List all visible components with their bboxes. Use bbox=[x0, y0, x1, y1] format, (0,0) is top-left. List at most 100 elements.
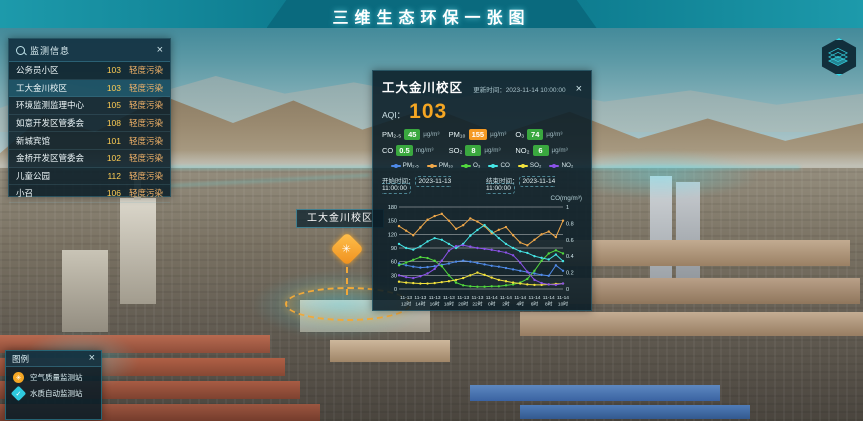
app-root: 工大金川校区 ✳ 三维生态环保一张图 监测信息 × 公务员小区 103 轻度污染… bbox=[0, 0, 863, 421]
pollutant-reading: SO₂ 8 µg/m³ bbox=[449, 145, 516, 156]
station-aqi-level: 轻度污染 bbox=[121, 170, 163, 182]
start-time-field[interactable]: 开始时间：2023-11-13 11:00:00 bbox=[382, 175, 478, 192]
station-list-panel: 监测信息 × 公务员小区 103 轻度污染 工大金川校区 103 轻度污染 环境… bbox=[8, 38, 171, 197]
svg-text:11-1322时: 11-1322时 bbox=[471, 295, 483, 308]
svg-text:120: 120 bbox=[388, 232, 397, 238]
pollutant-value-badge: 74 bbox=[527, 129, 543, 140]
svg-text:180: 180 bbox=[388, 205, 397, 211]
legend-title: 图例 bbox=[12, 353, 89, 365]
station-name: 新城宾馆 bbox=[16, 135, 97, 147]
station-aqi-level: 轻度污染 bbox=[121, 117, 163, 129]
pollutant-name: O₃ bbox=[515, 130, 524, 139]
station-list-item[interactable]: 公务员小区 103 轻度污染 bbox=[9, 62, 170, 80]
popup-title: 工大金川校区 bbox=[382, 77, 463, 96]
page-title: 三维生态环保一张图 bbox=[0, 4, 863, 28]
station-aqi-value: 108 bbox=[97, 118, 121, 128]
series-name: PM₂.₅ bbox=[403, 162, 419, 169]
svg-text:11-144时: 11-144时 bbox=[514, 295, 526, 308]
svg-text:11-1316时: 11-1316时 bbox=[429, 295, 441, 308]
pollutant-value-badge: 8 bbox=[465, 145, 481, 156]
chart-legend-item[interactable]: NO₂ bbox=[549, 162, 573, 169]
building-row bbox=[520, 312, 863, 336]
pollutant-name: SO₂ bbox=[449, 146, 463, 155]
svg-text:150: 150 bbox=[388, 219, 397, 225]
search-icon[interactable] bbox=[16, 46, 25, 55]
chart-legend-item[interactable]: SO₂ bbox=[518, 162, 542, 169]
svg-text:11-1314时: 11-1314时 bbox=[414, 295, 426, 308]
series-color-marker bbox=[549, 165, 559, 167]
station-name: 小召 bbox=[16, 187, 97, 199]
station-aqi-value: 112 bbox=[97, 171, 121, 181]
chart-legend-item[interactable]: PM₂.₅ bbox=[391, 162, 419, 169]
chart-legend-item[interactable]: CO bbox=[488, 162, 509, 169]
series-name: CO bbox=[500, 162, 509, 169]
station-marker-icon[interactable]: ✳ bbox=[330, 232, 364, 266]
pollutant-unit: µg/m³ bbox=[490, 131, 506, 138]
aqi-value: 103 bbox=[409, 100, 447, 124]
svg-text:0.2: 0.2 bbox=[566, 271, 574, 277]
right-axis-unit: CO(mg/m³) bbox=[382, 195, 582, 202]
pollutant-reading: PM₂.₅ 45 µg/m³ bbox=[382, 129, 449, 140]
station-list-item[interactable]: 工大金川校区 103 轻度污染 bbox=[9, 80, 170, 98]
station-aqi-value: 103 bbox=[97, 65, 121, 75]
svg-text:11-146时: 11-146时 bbox=[529, 295, 541, 308]
station-list-item[interactable]: 环境监测监理中心 105 轻度污染 bbox=[9, 97, 170, 115]
building bbox=[120, 198, 156, 304]
pollutant-unit: µg/m³ bbox=[423, 131, 439, 138]
pollutant-grid: PM₂.₅ 45 µg/m³ PM₁₀ 155 µg/m³ O₃ 74 µg/m… bbox=[382, 129, 582, 156]
station-aqi-value: 102 bbox=[97, 153, 121, 163]
station-aqi-value: 106 bbox=[97, 188, 121, 198]
svg-text:0.4: 0.4 bbox=[566, 254, 574, 260]
station-aqi-level: 轻度污染 bbox=[121, 99, 163, 111]
pollutant-reading: PM₁₀ 155 µg/m³ bbox=[449, 129, 516, 140]
station-list-item[interactable]: 小召 106 轻度污染 bbox=[9, 185, 170, 203]
station-list-item[interactable]: 儿童公园 112 轻度污染 bbox=[9, 168, 170, 186]
station-detail-popup: 工大金川校区 更新时间：2023-11-14 10:00:00 × AQI： 1… bbox=[372, 70, 592, 311]
station-name: 工大金川校区 bbox=[16, 82, 97, 94]
pollutant-unit: mg/m³ bbox=[416, 147, 434, 154]
water-quality-station-icon: ✓ bbox=[11, 386, 27, 402]
close-icon[interactable]: × bbox=[157, 45, 163, 56]
legend-label: 空气质量监测站 bbox=[30, 372, 83, 383]
end-time-field[interactable]: 结束时间：2023-11-14 11:00:00 bbox=[486, 175, 582, 192]
pollutant-value-badge: 155 bbox=[469, 129, 488, 140]
svg-text:60: 60 bbox=[391, 260, 397, 266]
series-name: NO₂ bbox=[561, 162, 573, 169]
close-icon[interactable]: × bbox=[89, 353, 95, 364]
close-icon[interactable]: × bbox=[576, 84, 582, 95]
station-aqi-level: 轻度污染 bbox=[121, 82, 163, 94]
series-color-marker bbox=[391, 165, 401, 167]
update-time: 更新时间：2023-11-14 10:00:00 bbox=[469, 84, 566, 94]
svg-text:11-1410时: 11-1410时 bbox=[557, 295, 569, 308]
svg-text:11-1320时: 11-1320时 bbox=[457, 295, 469, 308]
station-aqi-value: 103 bbox=[97, 83, 121, 93]
svg-text:30: 30 bbox=[391, 273, 397, 279]
marker-label: 工大金川校区 bbox=[296, 209, 384, 228]
top-header: 三维生态环保一张图 bbox=[0, 0, 863, 28]
chart-legend-item[interactable]: PM₁₀ bbox=[427, 162, 453, 169]
pollutant-value-badge: 45 bbox=[404, 129, 420, 140]
legend-items: ✳ 空气质量监测站 ✓ 水质自动监测站 bbox=[6, 367, 101, 399]
building bbox=[62, 250, 108, 332]
svg-text:11-1312时: 11-1312时 bbox=[400, 295, 412, 308]
warehouse-row bbox=[470, 385, 720, 401]
station-aqi-level: 轻度污染 bbox=[121, 187, 163, 199]
legend-item: ✓ 水质自动监测站 bbox=[6, 383, 101, 399]
series-color-marker bbox=[461, 165, 471, 167]
station-name: 如意开发区管委会 bbox=[16, 117, 97, 129]
pollutant-unit: µg/m³ bbox=[484, 147, 500, 154]
pollutant-value-badge: 0.5 bbox=[396, 145, 412, 156]
svg-text:11-140时: 11-140时 bbox=[486, 295, 498, 308]
station-aqi-value: 101 bbox=[97, 136, 121, 146]
building-row bbox=[330, 340, 450, 362]
station-list-item[interactable]: 如意开发区管委会 108 轻度污染 bbox=[9, 115, 170, 133]
station-list-item[interactable]: 金桥开发区管委会 102 轻度污染 bbox=[9, 150, 170, 168]
pollutant-name: CO bbox=[382, 146, 393, 155]
svg-text:0.6: 0.6 bbox=[566, 238, 574, 244]
series-color-marker bbox=[427, 165, 437, 167]
station-list-item[interactable]: 新城宾馆 101 轻度污染 bbox=[9, 132, 170, 150]
station-list-header: 监测信息 × bbox=[9, 39, 170, 62]
svg-text:90: 90 bbox=[391, 246, 397, 252]
chart-legend-item[interactable]: O₃ bbox=[461, 162, 480, 169]
station-aqi-level: 轻度污染 bbox=[121, 152, 163, 164]
